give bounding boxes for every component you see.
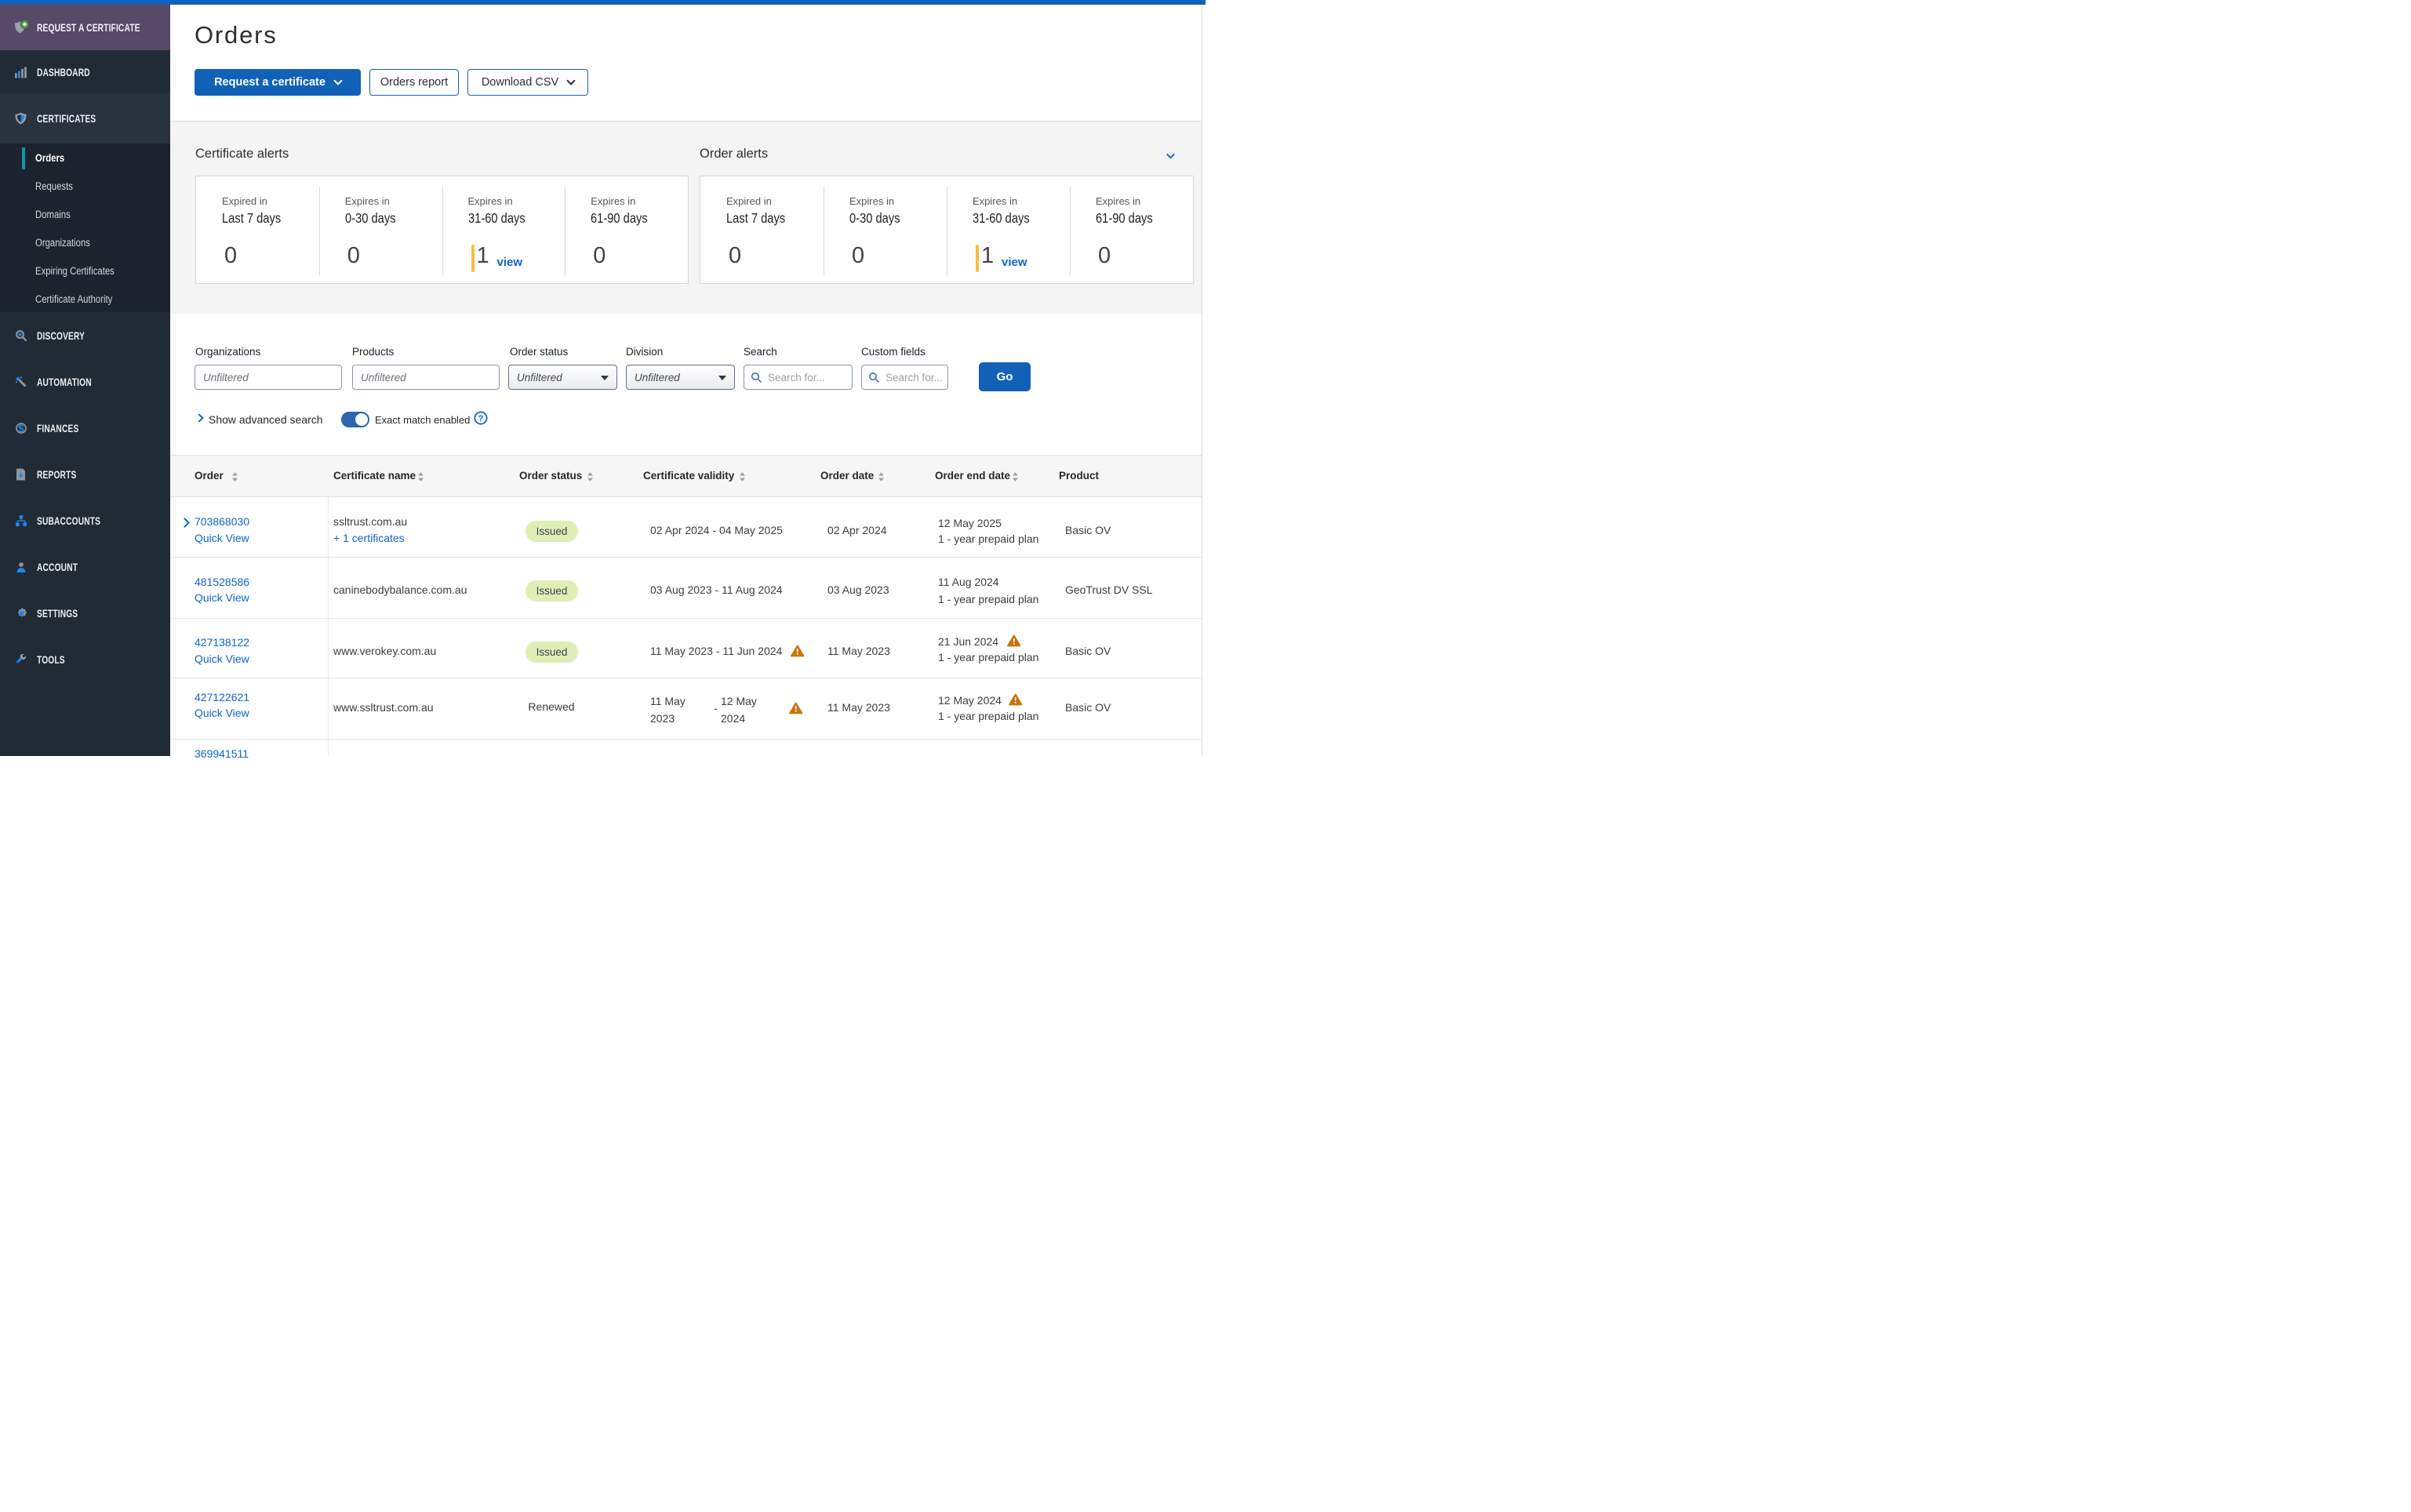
svg-text:$: $ — [18, 423, 24, 434]
svg-text:?: ? — [478, 414, 484, 423]
